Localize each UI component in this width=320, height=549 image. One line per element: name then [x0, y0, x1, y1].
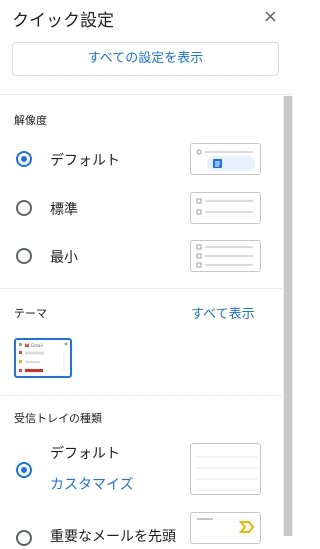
inbox-type-section-title: 受信トレイの種類: [14, 412, 102, 425]
quick-settings-header: クイック設定 ×: [0, 0, 293, 36]
theme-view-all-link[interactable]: すべて表示: [191, 303, 255, 322]
density-compact-label[interactable]: 最小: [50, 247, 78, 267]
density-section-title: 解像度: [14, 114, 47, 127]
divider: [0, 395, 282, 396]
density-standard-preview-graphic: [196, 198, 253, 215]
inbox-important-first-label[interactable]: 重要なメールを先頭: [50, 526, 176, 546]
density-default-label[interactable]: デフォルト: [50, 150, 120, 170]
important-marker-icon: [238, 521, 255, 533]
density-default-preview[interactable]: [190, 143, 261, 175]
density-default-preview-graphic: [196, 149, 255, 171]
inbox-important-first-preview[interactable]: [190, 512, 261, 544]
divider: [0, 94, 293, 95]
theme-thumbnail-text: Gmail: [31, 343, 43, 348]
density-standard-preview[interactable]: [190, 192, 261, 224]
density-standard-radio[interactable]: [16, 200, 32, 216]
density-compact-radio[interactable]: [16, 248, 32, 264]
density-standard-label[interactable]: 標準: [50, 199, 78, 219]
inbox-default-preview[interactable]: [190, 443, 261, 495]
inbox-default-radio[interactable]: [16, 462, 32, 478]
theme-thumbnail-graphic: Gmail: [19, 342, 68, 372]
inbox-important-first-radio[interactable]: [16, 530, 32, 546]
panel-title: クイック設定: [12, 11, 114, 31]
close-icon[interactable]: ×: [263, 6, 278, 27]
inbox-default-preview-graphic: [195, 456, 258, 491]
density-compact-preview[interactable]: [190, 240, 261, 272]
density-compact-preview-graphic: [196, 244, 253, 268]
density-default-radio[interactable]: [16, 151, 32, 167]
inbox-important-first-preview-graphic: [197, 518, 255, 533]
divider: [0, 288, 282, 289]
see-all-settings-button[interactable]: すべての設定を表示: [12, 42, 279, 76]
inbox-customize-link[interactable]: カスタマイズ: [50, 474, 134, 494]
scrollbar-thumb[interactable]: [284, 96, 292, 536]
theme-thumbnail-default[interactable]: Gmail: [14, 338, 72, 378]
inbox-default-label[interactable]: デフォルト: [50, 443, 120, 463]
scrollbar[interactable]: [283, 96, 293, 536]
theme-section-title: テーマ: [14, 307, 47, 320]
